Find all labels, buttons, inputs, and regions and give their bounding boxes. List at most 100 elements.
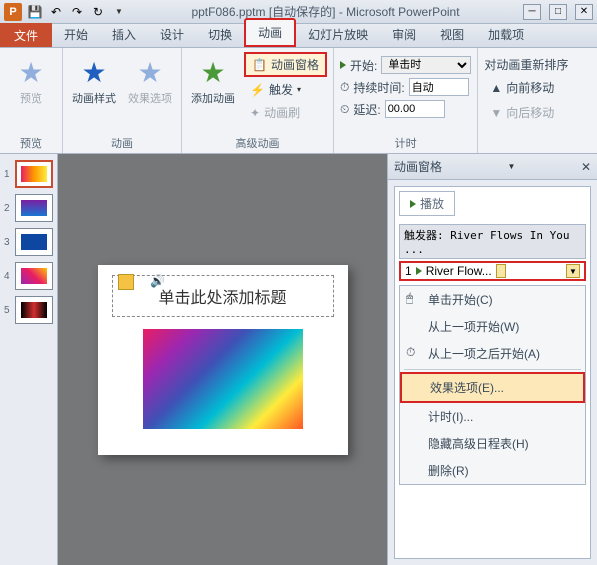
tab-transitions[interactable]: 切换 xyxy=(196,22,244,47)
reorder-title: 对动画重新排序 xyxy=(484,56,568,73)
tab-file[interactable]: 文件 xyxy=(0,23,52,47)
add-animation-label: 添加动画 xyxy=(191,90,235,106)
thumb-4-num: 4 xyxy=(4,271,12,282)
mouse-icon: 🖱 xyxy=(406,291,420,305)
play-button[interactable]: 播放 xyxy=(399,191,455,216)
move-earlier-button[interactable]: ▲ 向前移动 xyxy=(484,77,568,98)
thumb-3[interactable]: 3 xyxy=(4,228,53,256)
duration-input[interactable] xyxy=(409,78,469,96)
anim-item-play-icon xyxy=(416,267,422,275)
close-button[interactable]: ✕ xyxy=(575,4,593,20)
animation-pane-title: 动画窗格 xyxy=(394,158,442,175)
thumb-5[interactable]: 5 xyxy=(4,296,53,324)
tab-addins[interactable]: 加载项 xyxy=(476,22,536,47)
effect-options-button[interactable]: ★ 效果选项 xyxy=(125,52,175,106)
qat-undo-icon[interactable]: ↶ xyxy=(47,3,65,21)
animation-item-1[interactable]: 1 River Flow... ▼ xyxy=(399,261,586,281)
trigger-header: 触发器: River Flows In You ... xyxy=(399,224,586,259)
trigger-label: 触发 xyxy=(269,81,293,98)
animation-pane-icon: 📋 xyxy=(252,58,267,72)
preview-star-icon: ★ xyxy=(15,56,47,88)
thumb-5-num: 5 xyxy=(4,305,12,316)
tab-animations[interactable]: 动画 xyxy=(244,18,296,47)
add-animation-button[interactable]: ★ 添加动画 xyxy=(188,52,238,106)
effect-options-star-icon: ★ xyxy=(134,56,166,88)
adv-group-label: 高级动画 xyxy=(188,133,327,151)
move-earlier-label: 向前移动 xyxy=(506,79,554,96)
reorder-group-label xyxy=(484,149,568,151)
menu-effect-options[interactable]: 效果选项(E)... xyxy=(400,372,585,403)
add-animation-plus-icon: ★ xyxy=(197,56,229,88)
slide-canvas[interactable]: 🔊 单击此处添加标题 xyxy=(58,154,387,565)
menu-separator xyxy=(404,369,581,370)
start-select[interactable]: 单击时 xyxy=(381,56,471,74)
audio-icon: 🔊 xyxy=(150,274,166,290)
anim-item-timeline-bar xyxy=(496,264,506,278)
anim-item-dropdown[interactable]: ▼ xyxy=(566,264,580,278)
qat-save-icon[interactable]: 💾 xyxy=(26,3,44,21)
menu-with-previous[interactable]: 从上一项开始(W) xyxy=(400,313,585,340)
tab-view[interactable]: 视图 xyxy=(428,22,476,47)
thumb-1[interactable]: 1 xyxy=(4,160,53,188)
maximize-button[interactable]: □ xyxy=(549,4,567,20)
animation-order-icon xyxy=(118,274,134,290)
menu-after-previous[interactable]: ⏱ 从上一项之后开始(A) xyxy=(400,340,585,367)
qat-customize-icon[interactable]: ▼ xyxy=(110,3,128,21)
painter-star-icon: ✦ xyxy=(250,106,260,120)
move-later-label: 向后移动 xyxy=(506,104,554,121)
menu-click-start[interactable]: 🖱 单击开始(C) xyxy=(400,286,585,313)
delay-input[interactable] xyxy=(385,100,445,118)
preview-button[interactable]: ★ 预览 xyxy=(6,52,56,106)
content-image[interactable] xyxy=(143,329,303,429)
down-arrow-icon: ▼ xyxy=(490,106,502,120)
delay-label: 延迟: xyxy=(353,101,380,118)
tab-design[interactable]: 设计 xyxy=(148,22,196,47)
window-title: pptF086.pptm [自动保存的] - Microsoft PowerPo… xyxy=(128,3,523,20)
clock-icon: ⏱ xyxy=(406,345,420,359)
trigger-button[interactable]: ⚡ 触发 ▾ xyxy=(244,79,327,100)
qat-redo-icon[interactable]: ↷ xyxy=(68,3,86,21)
thumb-3-num: 3 xyxy=(4,237,12,248)
painter-label: 动画刷 xyxy=(264,104,300,121)
thumb-2[interactable]: 2 xyxy=(4,194,53,222)
anim-item-label: River Flow... xyxy=(426,264,492,278)
pane-close-button[interactable]: ✕ xyxy=(581,160,591,174)
preview-label: 预览 xyxy=(20,90,42,106)
timing-group-label: 计时 xyxy=(340,133,471,151)
tab-review[interactable]: 审阅 xyxy=(380,22,428,47)
thumb-1-num: 1 xyxy=(4,169,12,180)
start-play-icon xyxy=(340,61,346,69)
tab-insert[interactable]: 插入 xyxy=(100,22,148,47)
delay-clock-icon: ⏲ xyxy=(340,102,349,117)
animation-pane-button[interactable]: 📋 动画窗格 xyxy=(244,52,327,77)
qat-repeat-icon[interactable]: ↻ xyxy=(89,3,107,21)
tab-slideshow[interactable]: 幻灯片放映 xyxy=(296,22,380,47)
anim-style-label: 动画样式 xyxy=(72,90,116,106)
thumb-2-num: 2 xyxy=(4,203,12,214)
slide-preview: 单击此处添加标题 xyxy=(98,265,348,455)
trigger-lightning-icon: ⚡ xyxy=(250,83,265,97)
animation-painter-button[interactable]: ✦ 动画刷 xyxy=(244,102,327,123)
menu-click-start-label: 单击开始(C) xyxy=(428,293,493,307)
preview-group-label: 预览 xyxy=(6,133,56,151)
menu-delete[interactable]: 删除(R) xyxy=(400,457,585,484)
minimize-button[interactable]: ─ xyxy=(523,4,541,20)
anim-style-star-icon: ★ xyxy=(78,56,110,88)
animation-pane: 动画窗格 ▼ ✕ 播放 触发器: River Flows In You ... … xyxy=(387,154,597,565)
tab-home[interactable]: 开始 xyxy=(52,22,100,47)
play-icon xyxy=(410,200,416,208)
anim-group-label: 动画 xyxy=(69,133,175,151)
up-arrow-icon: ▲ xyxy=(490,81,502,95)
menu-timing[interactable]: 计时(I)... xyxy=(400,403,585,430)
duration-clock-icon: ⏱ xyxy=(340,80,349,95)
duration-label: 持续时间: xyxy=(353,79,404,96)
menu-hide-advanced[interactable]: 隐藏高级日程表(H) xyxy=(400,430,585,457)
move-later-button[interactable]: ▼ 向后移动 xyxy=(484,102,568,123)
slide-thumbnails-panel: 1 2 3 4 5 xyxy=(0,154,58,565)
pane-dropdown-icon[interactable]: ▼ xyxy=(508,162,516,171)
anim-item-num: 1 xyxy=(405,264,412,278)
start-label: 开始: xyxy=(350,57,377,74)
effect-options-label: 效果选项 xyxy=(128,90,172,106)
anim-style-button[interactable]: ★ 动画样式 xyxy=(69,52,119,106)
thumb-4[interactable]: 4 xyxy=(4,262,53,290)
